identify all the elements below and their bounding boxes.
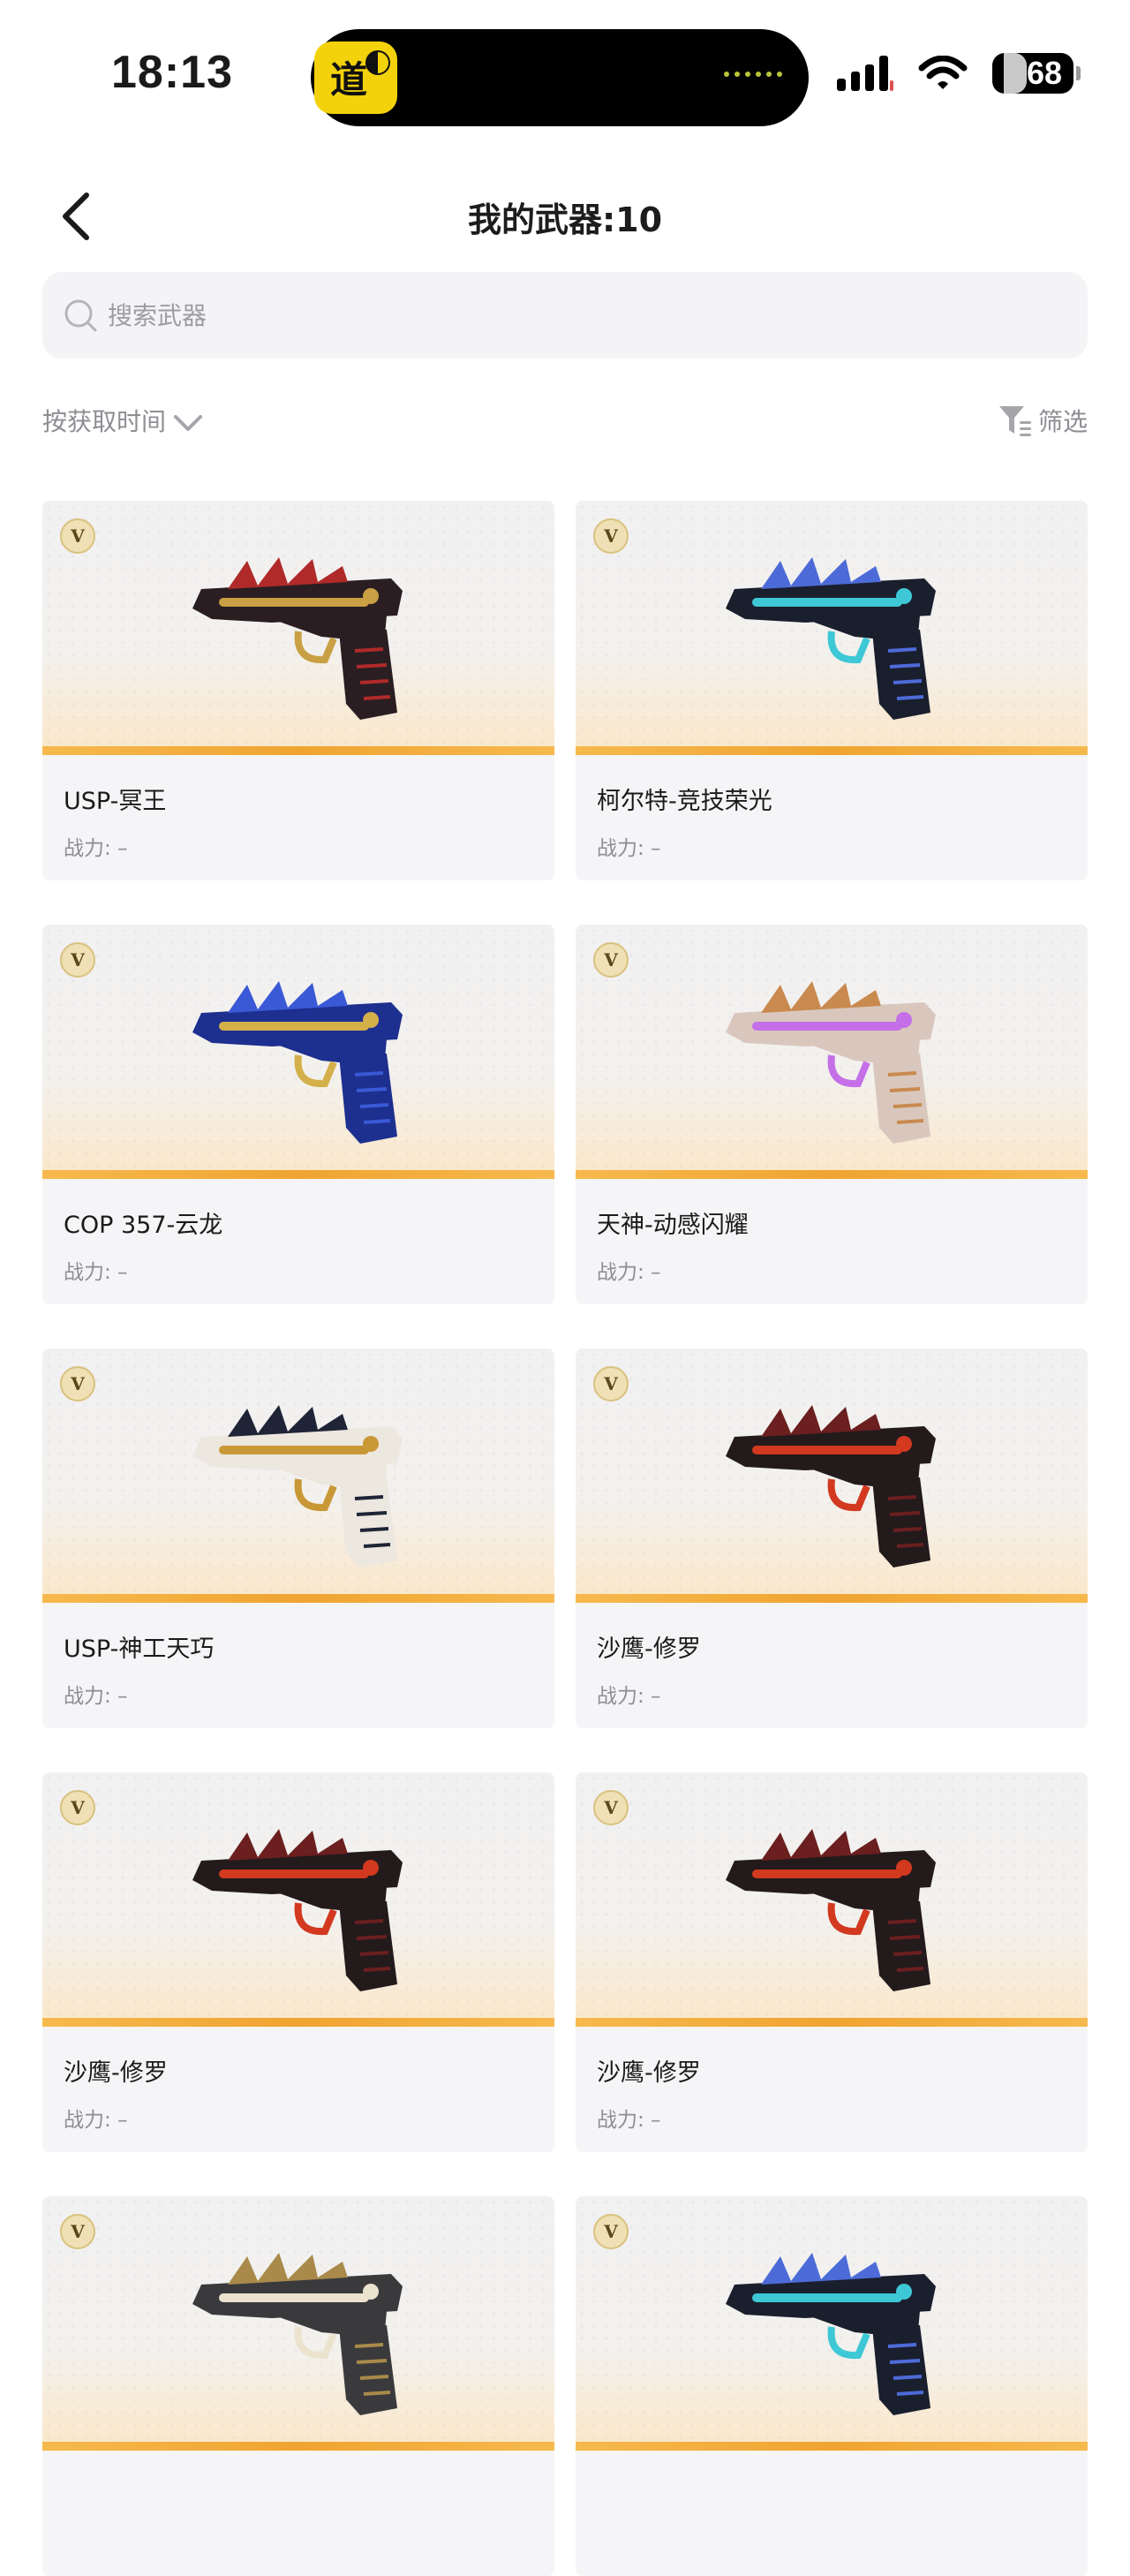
- weapon-name: 天神-动感闪耀: [597, 1212, 749, 1239]
- v-badge-icon: V: [593, 2214, 629, 2249]
- v-badge-icon: V: [60, 2214, 95, 2249]
- weapon-power: 战力: –: [597, 1685, 661, 1708]
- sort-filter-row: 按获取时间 筛选: [42, 396, 1088, 449]
- rarity-bar: [42, 2018, 554, 2027]
- weapon-card[interactable]: V: [576, 501, 1088, 880]
- weapon-power: 战力: –: [64, 2109, 128, 2132]
- weapon-name: COP 357-云龙: [64, 1212, 223, 1239]
- weapon-card[interactable]: V: [576, 1348, 1088, 1728]
- activity-dots-icon: [724, 72, 782, 77]
- weapon-image-area: V: [576, 1348, 1088, 1603]
- weapon-card[interactable]: V: [42, 2196, 554, 2576]
- rarity-bar: [576, 746, 1088, 755]
- weapon-image-area: V: [576, 925, 1088, 1179]
- weapon-card[interactable]: V: [576, 1772, 1088, 2152]
- weapon-image-area: V: [576, 1772, 1088, 2027]
- weapon-image-area: V: [42, 2196, 554, 2451]
- desert-eagle-asura-icon: [192, 1829, 403, 1991]
- weapon-name: USP-神工天巧: [64, 1635, 215, 1663]
- taoist-app-icon: 道: [314, 42, 397, 114]
- rarity-bar: [42, 746, 554, 755]
- nav-bar: 我的武器:10: [0, 168, 1130, 265]
- weapon-image-area: V: [576, 501, 1088, 755]
- weapon-card[interactable]: V: [42, 1772, 554, 2152]
- weapon-card[interactable]: V: [576, 2196, 1088, 2576]
- filter-label: 筛选: [1037, 407, 1088, 436]
- weapon-name: 沙鹰-修罗: [597, 1635, 701, 1663]
- weapon-image-area: V: [42, 501, 554, 755]
- dynamic-island: 道: [311, 29, 809, 126]
- v-badge-icon: V: [60, 1366, 95, 1401]
- rarity-bar: [576, 2018, 1088, 2027]
- search-input[interactable]: [106, 299, 992, 331]
- weapon-image-area: V: [42, 1348, 554, 1603]
- pistol-dragon-icon: [192, 557, 403, 720]
- desert-eagle-asura-icon: [726, 1405, 936, 1568]
- weapon-image-area: V: [42, 1772, 554, 2027]
- weapon-card[interactable]: V: [42, 1348, 554, 1728]
- chevron-down-icon: [174, 415, 203, 431]
- sort-label: 按获取时间: [42, 407, 167, 436]
- app-icon-glyph: 道: [330, 58, 368, 102]
- pistol-craft-icon: [192, 1405, 403, 1568]
- pistol-shine-icon: [726, 981, 936, 1144]
- yin-yang-icon: [365, 50, 390, 75]
- status-time: 18:13: [111, 47, 233, 98]
- weapon-power: 战力: –: [597, 837, 661, 860]
- v-badge-icon: V: [593, 1366, 629, 1401]
- revolver-cloud-dragon-icon: [192, 981, 403, 1144]
- filter-button[interactable]: 筛选: [998, 403, 1088, 438]
- weapon-name: 沙鹰-修罗: [597, 2059, 701, 2087]
- filter-icon: [998, 406, 1031, 436]
- weapon-power: 战力: –: [597, 1261, 661, 1284]
- pistol-colt-icon: [726, 557, 936, 720]
- wifi-icon: [918, 56, 968, 91]
- weapon-card[interactable]: V: [42, 925, 554, 1304]
- v-badge-icon: V: [593, 1790, 629, 1825]
- v-badge-icon: V: [60, 1790, 95, 1825]
- v-badge-icon: V: [60, 518, 95, 554]
- weapon-name: 柯尔特-竞技荣光: [597, 788, 772, 815]
- weapon-grid: V USP-冥王 战力: – V 柯尔特-竞技荣光 战力: – V COP 35…: [42, 501, 1088, 2576]
- search-icon: [62, 297, 99, 334]
- status-bar: 18:13 道 68: [0, 0, 1130, 150]
- page-title: 我的武器:10: [467, 200, 663, 239]
- desert-eagle-asura-icon: [726, 1829, 936, 1991]
- cellular-signal-icon: [837, 56, 893, 91]
- rarity-bar: [576, 1170, 1088, 1179]
- v-badge-icon: V: [593, 518, 629, 554]
- sort-dropdown[interactable]: 按获取时间: [42, 403, 203, 438]
- pistol-colt-icon: [726, 2253, 936, 2415]
- rarity-bar: [42, 1170, 554, 1179]
- status-indicators: 68: [837, 51, 1081, 95]
- weapon-card[interactable]: V: [42, 501, 554, 880]
- battery-icon: 68: [992, 53, 1081, 94]
- rarity-bar: [42, 1594, 554, 1603]
- weapon-power: 战力: –: [597, 2109, 661, 2132]
- weapon-image-area: V: [576, 2196, 1088, 2451]
- weapon-power: 战力: –: [64, 1261, 128, 1284]
- weapon-power: 战力: –: [64, 1685, 128, 1708]
- v-badge-icon: V: [60, 942, 95, 978]
- weapon-image-area: V: [42, 925, 554, 1179]
- pistol-gold-dragon-icon: [192, 2253, 403, 2415]
- weapon-name: USP-冥王: [64, 788, 167, 815]
- rarity-bar: [576, 1594, 1088, 1603]
- v-badge-icon: V: [593, 942, 629, 978]
- weapon-card[interactable]: V: [576, 925, 1088, 1304]
- weapon-power: 战力: –: [64, 837, 128, 860]
- battery-level: 68: [1026, 55, 1063, 91]
- search-box[interactable]: [42, 272, 1088, 359]
- weapon-name: 沙鹰-修罗: [64, 2059, 168, 2087]
